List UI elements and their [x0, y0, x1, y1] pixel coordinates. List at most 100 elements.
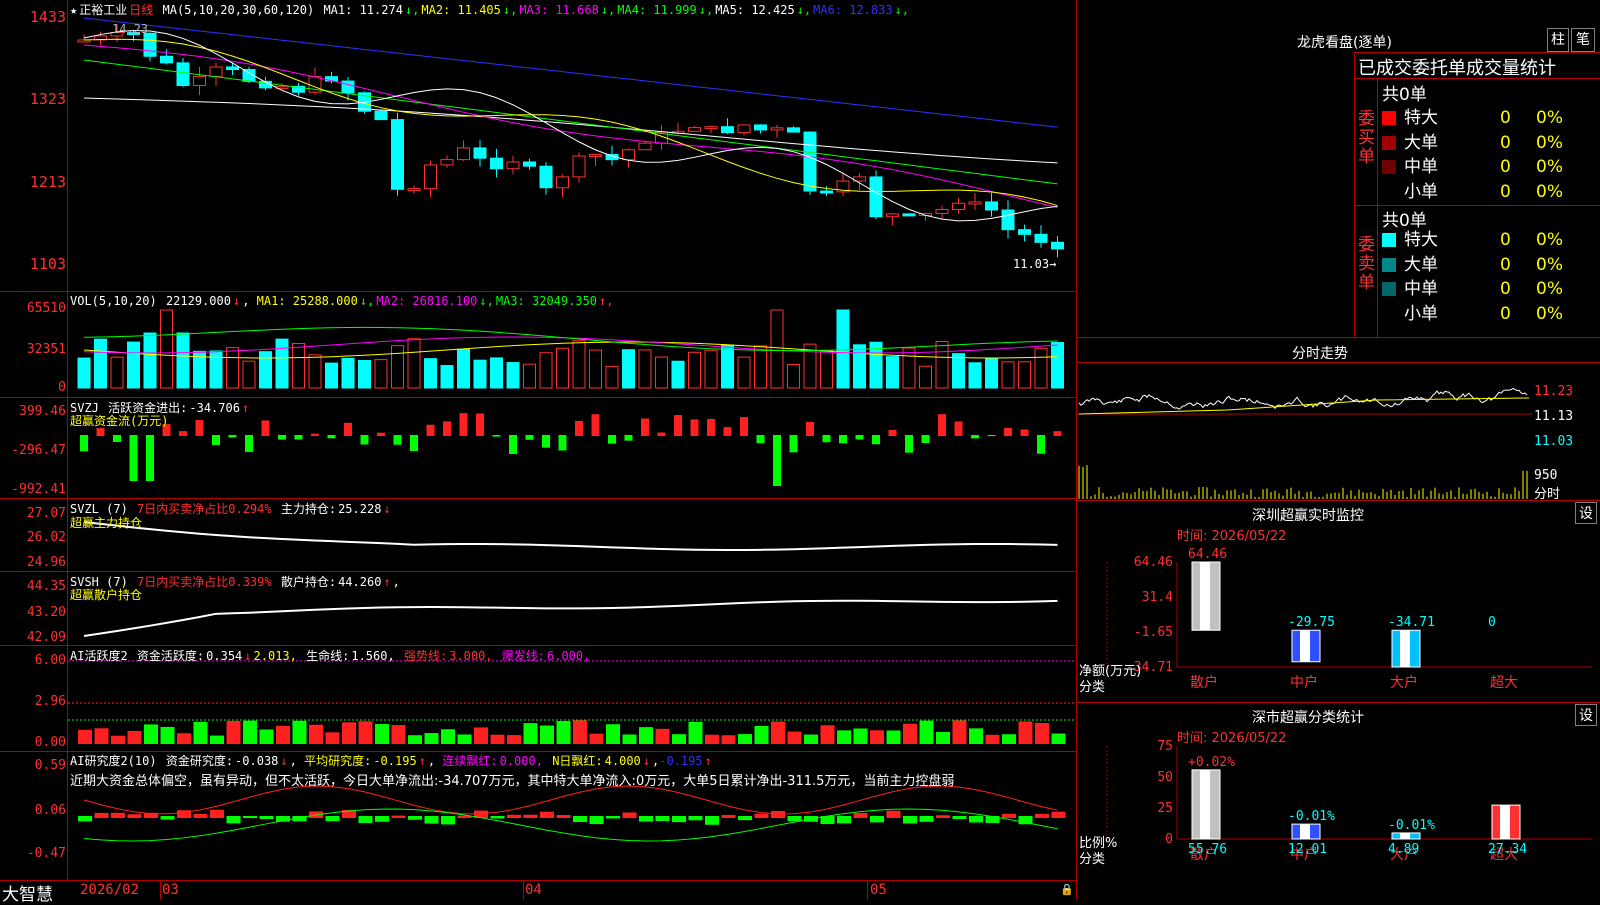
value-label: -34.71 [1388, 615, 1435, 630]
volume-bar [787, 363, 800, 389]
activity-bar [705, 734, 719, 744]
sz-monitor-chart[interactable]: 64.4631.4-1.65-34.71散户64.46中户-29.75大户-34… [1077, 500, 1600, 700]
volume-bar [853, 344, 866, 389]
volume-bar [968, 362, 982, 389]
money-flow-bar [575, 420, 583, 436]
candle-body [869, 176, 883, 218]
activity-bar [424, 733, 439, 744]
lock-icon[interactable]: 🔒 [1060, 883, 1074, 896]
activity-bar [160, 726, 175, 744]
bar-highlight [1500, 805, 1510, 839]
activity-bar [408, 735, 422, 744]
volume-bar [160, 309, 173, 389]
divider [1077, 337, 1600, 338]
volume-bar [985, 358, 998, 389]
candle-body [704, 126, 718, 130]
color-swatch [1382, 111, 1396, 125]
volume-bar [1001, 361, 1015, 389]
money-flow-bar [822, 435, 831, 443]
candle-body [902, 213, 916, 217]
order-pct: 0% [1536, 132, 1563, 153]
research-bar [292, 816, 307, 822]
right-panel: 龙虎看盘(逐单) 柱 笔 已成交委托单成交量统计 委买单 委卖单 共0单 特大 0… [1077, 0, 1600, 900]
ma-value-1: MA1: 25288.000 [256, 294, 358, 308]
research-bar [1051, 811, 1066, 818]
volume-bar [176, 332, 190, 389]
y-tick: 25 [1157, 801, 1173, 816]
order-count: 0 [1500, 108, 1511, 128]
money-flow-bar [806, 422, 814, 436]
order-count: 0 [1500, 279, 1511, 299]
money-flow-bar [954, 421, 963, 436]
x-tick [867, 880, 868, 900]
volume-bar [407, 338, 421, 389]
volume-bar [886, 356, 899, 389]
volume-bar [143, 332, 157, 389]
money-flow-bar [179, 431, 187, 436]
candle-body [985, 201, 998, 211]
volume-bar [622, 349, 635, 389]
y-tick: 24.96 [26, 555, 66, 570]
candlestick-chart[interactable] [0, 0, 1077, 292]
money-flow-bar [690, 419, 699, 436]
research-bar [688, 816, 703, 821]
candle-body [754, 124, 767, 131]
volume-bar [589, 349, 602, 389]
volume-bar [424, 358, 437, 389]
activity-bar [589, 733, 604, 744]
y-tick: 399.46 [19, 404, 66, 419]
category-label: 散户 [1190, 674, 1218, 691]
money-flow-bar [80, 435, 88, 452]
activity-bar [919, 720, 934, 744]
research-bar [325, 816, 340, 822]
column-view-button[interactable]: 柱 [1547, 28, 1569, 52]
activity-bar [672, 734, 686, 744]
activity-bar [870, 730, 884, 744]
candle-body [803, 131, 817, 192]
volume-bar [935, 340, 949, 389]
volume-bar [110, 356, 124, 389]
intraday-title: 分时走势 [1292, 346, 1348, 362]
activity-bar [144, 724, 158, 744]
intraday-tick: 11.03 [1534, 434, 1574, 449]
research-bar [606, 816, 620, 819]
intraday-chart[interactable] [1077, 362, 1600, 502]
color-swatch [1382, 160, 1396, 174]
order-pct: 0% [1536, 230, 1563, 250]
volume-bar [836, 309, 850, 389]
volume-bar [209, 350, 223, 389]
tick-view-button[interactable]: 笔 [1571, 28, 1595, 52]
volume-bar [539, 352, 553, 389]
candle-body [952, 202, 965, 211]
value-label: -0.01% [1288, 809, 1335, 824]
candle-body [1051, 241, 1064, 250]
candle-body [209, 66, 223, 77]
y-axis-label: 净额(万元) [1079, 664, 1141, 679]
candle-body [193, 75, 206, 86]
candle-body [886, 213, 899, 218]
candle-body [391, 119, 404, 190]
research-bar [358, 816, 373, 824]
candle-body [457, 147, 470, 161]
activity-bar [936, 731, 950, 744]
low-price-label: 11.03→ [1013, 257, 1057, 271]
candle-body [787, 127, 800, 133]
research-bar [1018, 816, 1033, 825]
value-label: 4.89 [1388, 842, 1419, 857]
activity-bar [474, 727, 488, 744]
volume-bar [671, 360, 685, 389]
volume-bar [127, 341, 140, 389]
candle-body [523, 161, 536, 167]
ma-value-3: MA3: 32049.350 [495, 294, 598, 308]
y-tick: 6.00 [34, 653, 66, 668]
left-chart-area[interactable]: ★ 正裕工业 日线 MA(5,10,20,30,60,120) MA1: 11.27… [0, 0, 1077, 905]
research-bar [441, 816, 455, 825]
candle-body [935, 209, 949, 214]
category-label: 大户 [1390, 674, 1418, 691]
sz-class-chart[interactable]: 7550250散户+0.02%55.76 中户-0.01%12.01 大户-0.01… [1077, 702, 1600, 900]
ma-line-2 [83, 97, 1058, 164]
candle-body [770, 127, 784, 131]
y-tick: 0 [58, 380, 66, 395]
money-flow-bar [756, 435, 765, 444]
money-flow-bar [278, 435, 286, 440]
